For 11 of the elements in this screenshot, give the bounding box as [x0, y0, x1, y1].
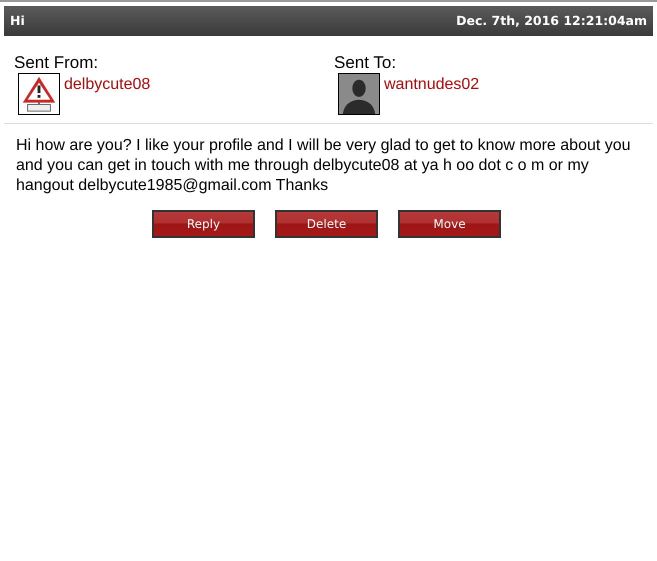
party-label: Sent From:: [14, 54, 100, 73]
message-subject: Hi: [10, 12, 25, 30]
action-button[interactable]: Move: [398, 210, 501, 238]
message-body: Hi how are you? I like your profile and I will be very glad to get to know more about you and you can get in touch with me through delbycute08 at ya h oo dot c o m or my hangout delbycute1985@gmail.com Thanks: [15, 136, 632, 196]
action-button[interactable]: Delete: [275, 210, 378, 238]
avatar-icon: [338, 72, 380, 115]
username-link[interactable]: wantnudes02: [384, 72, 480, 97]
username-link[interactable]: delbycute08: [64, 72, 150, 97]
action-button[interactable]: Reply: [152, 210, 255, 238]
party-label: Sent To:: [334, 54, 398, 73]
message-date: Dec. 7th, 2016 12:21:04am: [456, 12, 647, 30]
